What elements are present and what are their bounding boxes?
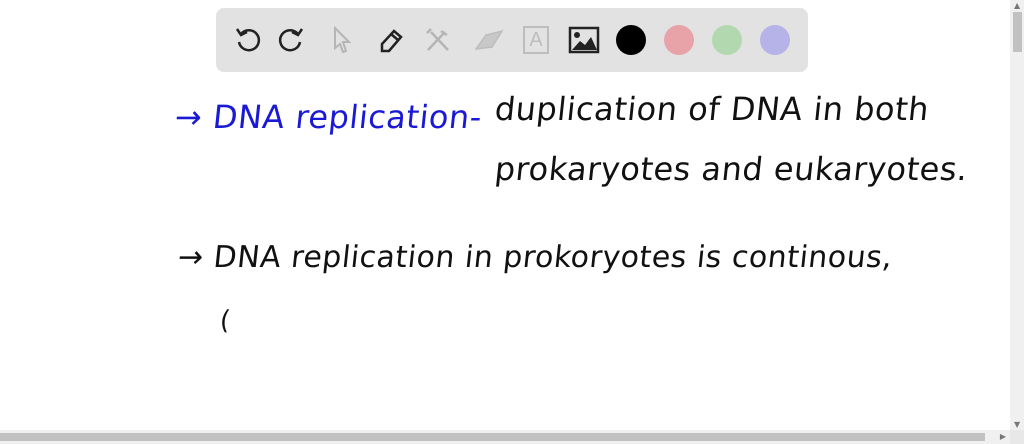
color-green-swatch[interactable] [712, 25, 742, 55]
text-button[interactable]: A [518, 22, 554, 58]
redo-button[interactable] [273, 22, 309, 58]
pen-button[interactable] [373, 22, 409, 58]
tools-button[interactable] [420, 22, 456, 58]
horizontal-scroll-thumb[interactable] [0, 433, 985, 441]
undo-button[interactable] [230, 22, 266, 58]
image-icon [568, 26, 600, 54]
eraser-button[interactable] [470, 22, 506, 58]
tools-icon [426, 28, 449, 51]
eraser-icon [474, 29, 504, 50]
pen-icon [380, 29, 403, 53]
vertical-scrollbar[interactable]: ▲ ▼ [1010, 0, 1024, 430]
drawing-toolbar: A [216, 8, 808, 72]
redo-icon [278, 28, 304, 52]
color-pink-swatch[interactable] [664, 25, 694, 55]
undo-icon [235, 28, 261, 52]
horizontal-scrollbar[interactable]: ▶ [0, 430, 1010, 444]
scroll-up-arrow[interactable]: ▲ [1014, 1, 1020, 10]
handwritten-line3: → DNA replication in prokoryotes is cont… [176, 240, 895, 275]
select-button[interactable] [324, 22, 360, 58]
image-button[interactable] [566, 22, 602, 58]
text-icon: A [523, 26, 549, 54]
select-pointer-icon [334, 25, 352, 54]
handwritten-definition-line2: prokaryotes and eukaryotes. [493, 150, 970, 188]
color-black-swatch[interactable] [616, 25, 646, 55]
vertical-scroll-thumb[interactable] [1013, 12, 1022, 52]
handwritten-term: → DNA replication- [173, 98, 484, 136]
scroll-right-arrow[interactable]: ▶ [1000, 432, 1006, 441]
scrollbar-corner [1010, 430, 1024, 444]
handwritten-definition-line1: duplication of DNA in both [493, 90, 932, 128]
color-purple-swatch[interactable] [760, 25, 790, 55]
handwritten-line4: ( [218, 306, 233, 336]
scroll-down-arrow[interactable]: ▼ [1014, 420, 1020, 429]
whiteboard-canvas[interactable]: → DNA replication- duplication of DNA in… [0, 80, 1010, 430]
